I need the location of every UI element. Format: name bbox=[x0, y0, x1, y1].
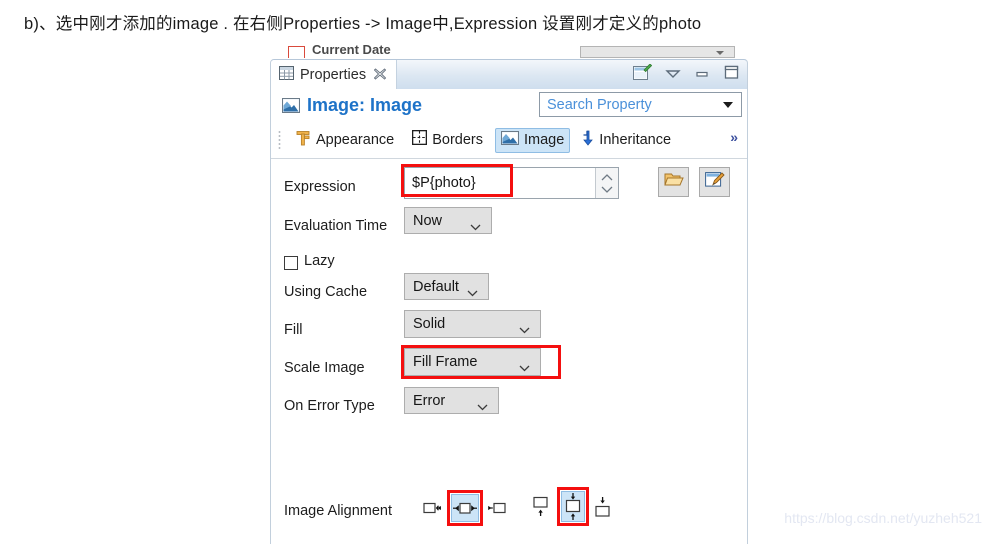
align-right-icon[interactable] bbox=[487, 498, 506, 517]
view-header: Image: Image Search Property bbox=[270, 89, 748, 122]
chevron-down-icon[interactable] bbox=[723, 102, 733, 108]
close-icon[interactable] bbox=[373, 68, 387, 82]
cutoff-row-label: Current Date bbox=[312, 44, 391, 57]
on-error-type-select[interactable]: Error bbox=[404, 387, 499, 414]
scale-image-select[interactable]: Fill Frame bbox=[404, 348, 541, 376]
tab-properties[interactable]: Properties bbox=[271, 60, 398, 90]
fill-value: Solid bbox=[413, 316, 446, 332]
new-properties-view-icon[interactable] bbox=[633, 63, 653, 86]
maximize-icon[interactable] bbox=[723, 65, 739, 85]
align-bottom-icon[interactable] bbox=[593, 496, 613, 518]
image-alignment-label: Image Alignment bbox=[284, 503, 393, 519]
search-property-input[interactable]: Search Property bbox=[539, 92, 742, 117]
align-middle-icon[interactable] bbox=[561, 491, 585, 522]
cutoff-combo bbox=[580, 46, 735, 58]
scale-image-value: Fill Frame bbox=[413, 354, 478, 370]
tab-appearance[interactable]: Appearance bbox=[289, 127, 400, 154]
using-cache-label: Using Cache bbox=[284, 284, 368, 300]
expression-value: $P{photo} bbox=[412, 175, 476, 191]
browse-file-button[interactable] bbox=[658, 167, 689, 197]
chevron-down-icon bbox=[467, 284, 478, 302]
search-property-value: Search Property bbox=[547, 96, 652, 113]
tab-borders-label: Borders bbox=[432, 132, 483, 148]
page-title: Image: Image bbox=[307, 95, 423, 115]
chevron-down-icon bbox=[519, 321, 530, 339]
edit-expression-icon bbox=[704, 171, 725, 194]
view-body: Appearance Borders Image Inheritance » E… bbox=[270, 122, 748, 544]
properties-view: Current Date Properties Image: Image Sea… bbox=[270, 44, 748, 544]
tab-appearance-label: Appearance bbox=[316, 132, 395, 148]
edit-expression-button[interactable] bbox=[699, 167, 730, 197]
tabs-overflow-icon[interactable]: » bbox=[730, 129, 738, 145]
evaluation-time-select[interactable]: Now bbox=[404, 207, 492, 234]
expression-input[interactable]: $P{photo} bbox=[404, 167, 619, 199]
evaluation-time-value: Now bbox=[413, 212, 443, 229]
fill-label: Fill bbox=[284, 322, 303, 338]
align-center-icon[interactable] bbox=[451, 494, 479, 522]
folder-open-icon bbox=[663, 171, 684, 193]
align-left-icon[interactable] bbox=[423, 498, 442, 517]
view-menu-icon[interactable] bbox=[665, 66, 681, 84]
tab-properties-label: Properties bbox=[300, 67, 367, 83]
evaluation-time-label: Evaluation Time bbox=[284, 218, 388, 234]
appearance-icon bbox=[295, 130, 311, 151]
tab-image-label: Image bbox=[523, 132, 565, 148]
table-icon bbox=[279, 65, 294, 85]
tab-image[interactable]: Image bbox=[494, 127, 571, 153]
image-icon bbox=[500, 130, 519, 150]
minimize-icon[interactable] bbox=[694, 66, 710, 84]
page-caption: b)、选中刚才添加的image . 在右侧Properties -> Image… bbox=[24, 15, 702, 33]
tab-inheritance[interactable]: Inheritance bbox=[576, 127, 677, 154]
inheritance-icon bbox=[582, 130, 594, 151]
chevron-down-icon bbox=[470, 218, 481, 236]
chevron-down-icon bbox=[477, 398, 488, 416]
image-icon bbox=[282, 98, 300, 113]
toolbar-grip[interactable] bbox=[278, 130, 281, 150]
on-error-type-label: On Error Type bbox=[284, 398, 375, 414]
scale-image-label: Scale Image bbox=[284, 360, 365, 376]
borders-icon bbox=[412, 129, 428, 150]
tab-borders[interactable]: Borders bbox=[406, 127, 489, 153]
cutoff-row: Current Date bbox=[270, 44, 748, 58]
on-error-type-value: Error bbox=[413, 392, 446, 409]
view-toolbar bbox=[633, 60, 739, 90]
chevron-down-icon bbox=[519, 359, 530, 377]
tab-inheritance-label: Inheritance bbox=[599, 132, 672, 148]
align-top-icon[interactable] bbox=[531, 496, 551, 518]
view-tabstrip: Properties bbox=[270, 59, 748, 90]
lazy-checkbox[interactable] bbox=[284, 256, 298, 270]
property-tabs: Appearance Borders Image Inheritance » bbox=[271, 122, 747, 159]
fill-select[interactable]: Solid bbox=[404, 310, 541, 338]
using-cache-value: Default bbox=[413, 278, 459, 295]
lazy-label: Lazy bbox=[304, 253, 335, 269]
cutoff-checkbox-icon bbox=[288, 46, 305, 58]
expression-label: Expression bbox=[284, 179, 356, 195]
using-cache-select[interactable]: Default bbox=[404, 273, 489, 300]
expression-spinner[interactable] bbox=[595, 168, 618, 198]
watermark: https://blog.csdn.net/yuzheh521 bbox=[784, 510, 982, 526]
